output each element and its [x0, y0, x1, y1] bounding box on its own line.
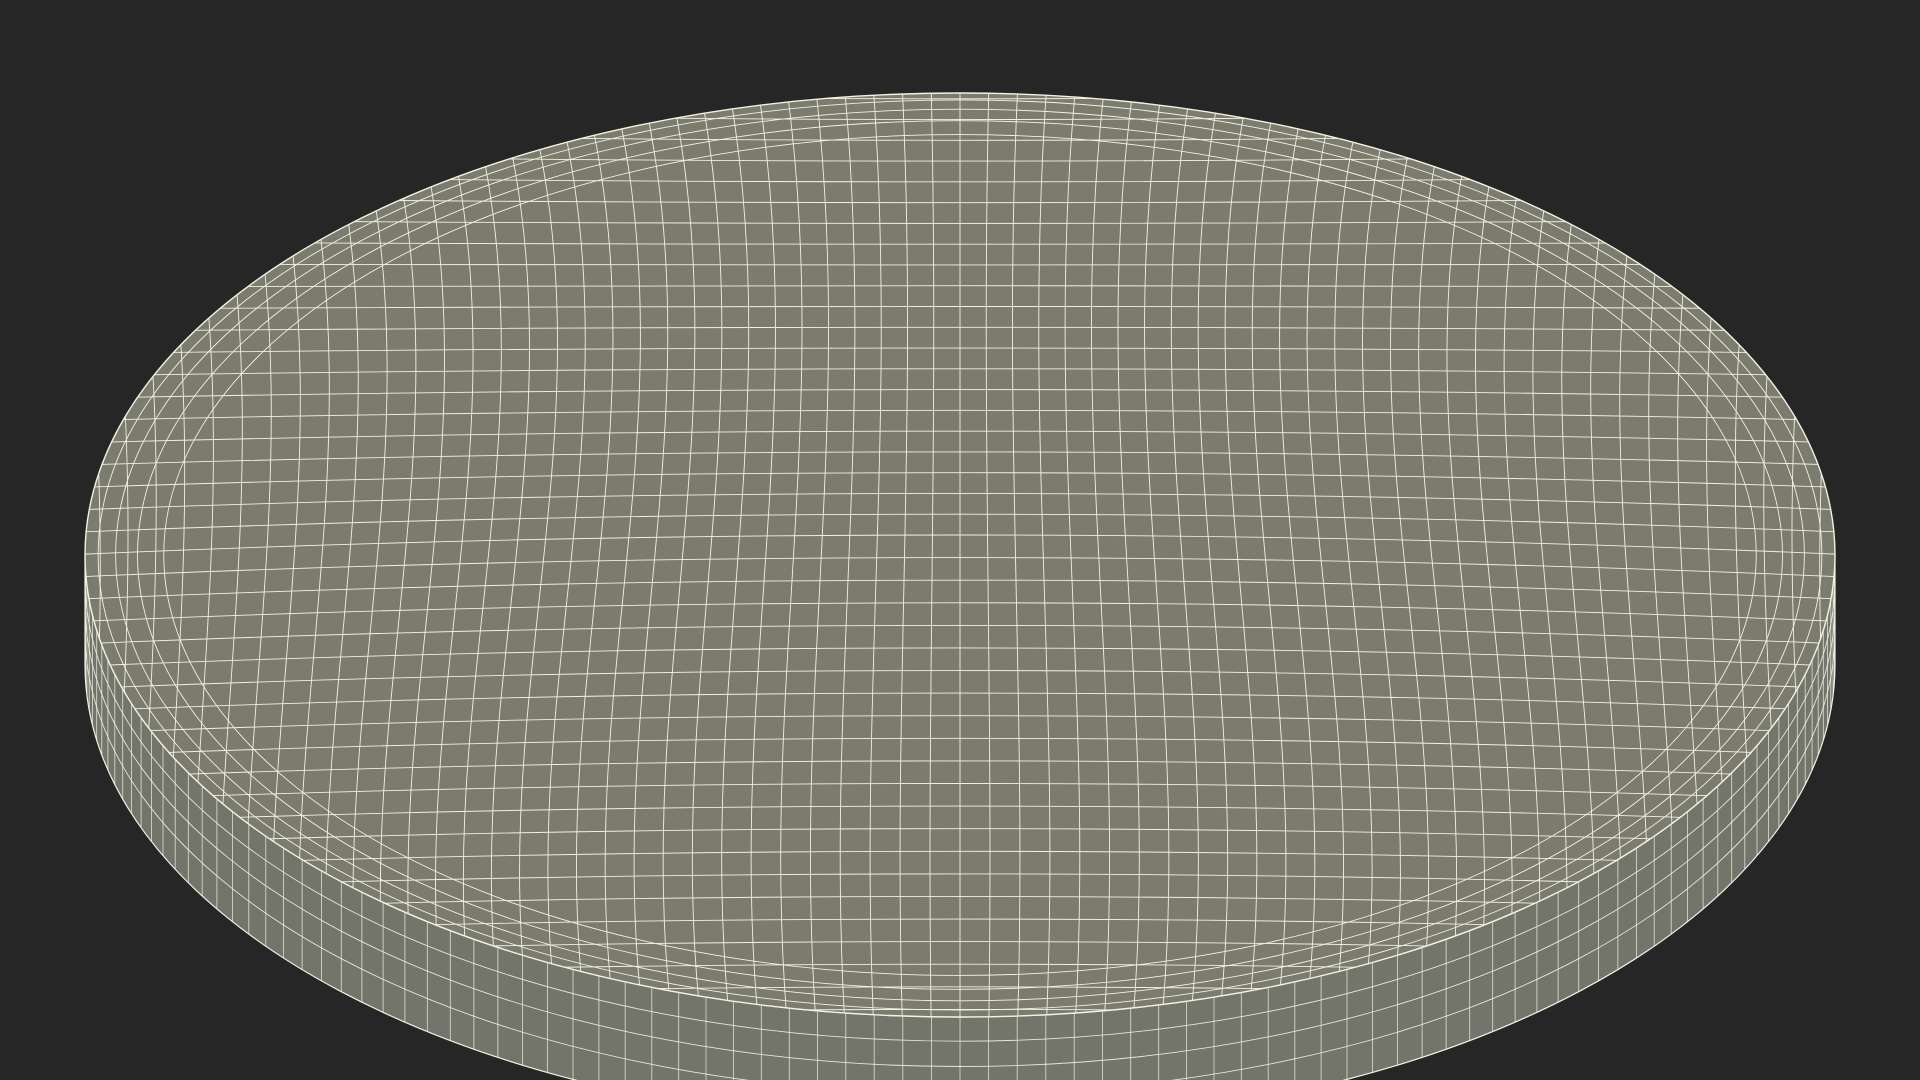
- render-viewport[interactable]: [0, 0, 1920, 1080]
- wireframe-disc-render: [0, 0, 1920, 1080]
